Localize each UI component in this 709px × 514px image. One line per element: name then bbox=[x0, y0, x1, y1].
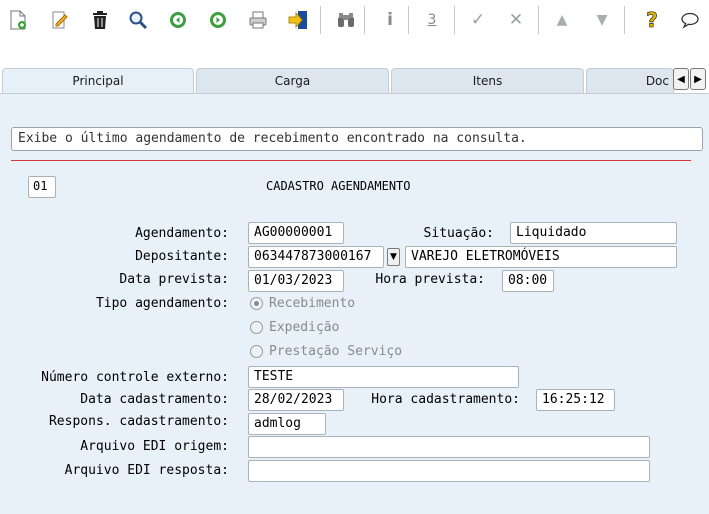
hora-cadastramento-label: Hora cadastramento: bbox=[371, 392, 520, 407]
move-down-icon[interactable]: ▼ bbox=[590, 8, 614, 32]
radio-recebimento-label: Recebimento bbox=[269, 296, 356, 311]
search-icon[interactable] bbox=[126, 8, 150, 32]
arquivo-edi-origem-field[interactable] bbox=[248, 436, 650, 458]
radio-expedicao-label: Expedição bbox=[269, 320, 340, 335]
help-icon[interactable]: ? bbox=[640, 8, 664, 33]
comment-icon[interactable] bbox=[678, 8, 702, 32]
hora-prevista-field[interactable]: 08:00 bbox=[502, 270, 554, 292]
situacao-label: Situação: bbox=[423, 226, 494, 241]
radio-button[interactable] bbox=[250, 345, 263, 358]
toolbar-separator bbox=[454, 6, 455, 34]
delete-trash-icon[interactable] bbox=[88, 8, 112, 32]
respons-cadastramento-field[interactable]: admlog bbox=[248, 413, 326, 435]
hora-cadastramento-field[interactable]: 16:25:12 bbox=[536, 389, 615, 411]
tab-scroll-left-icon[interactable]: ◀ bbox=[673, 68, 689, 90]
new-document-icon[interactable] bbox=[6, 8, 30, 32]
previous-icon[interactable] bbox=[166, 8, 190, 32]
next-icon[interactable] bbox=[206, 8, 230, 32]
numero-controle-field[interactable]: TESTE bbox=[248, 366, 519, 388]
data-prevista-label: Data prevista: bbox=[119, 272, 229, 287]
tab-strip: Principal Carga Itens Doc ◀ ▶ bbox=[0, 60, 709, 93]
radio-button[interactable] bbox=[250, 321, 263, 334]
divider-line bbox=[11, 160, 691, 161]
hora-prevista-label: Hora prevista: bbox=[375, 272, 485, 287]
status-message: Exibe o último agendamento de recebiment… bbox=[11, 127, 703, 151]
depositante-name-field[interactable]: VAREJO ELETROMÓVEIS bbox=[405, 246, 677, 268]
print-icon[interactable] bbox=[246, 8, 270, 32]
agendamento-label: Agendamento: bbox=[135, 226, 229, 241]
toolbar-separator bbox=[408, 6, 409, 34]
binoculars-icon[interactable] bbox=[334, 8, 358, 32]
tab-scroll-right-icon[interactable]: ▶ bbox=[690, 68, 706, 90]
exit-icon[interactable] bbox=[286, 8, 310, 32]
info-icon[interactable]: i bbox=[378, 8, 402, 32]
toolbar-separator bbox=[320, 6, 321, 34]
radio-expedicao[interactable]: Expedição bbox=[250, 320, 339, 335]
situacao-field[interactable]: Liquidado bbox=[510, 222, 677, 244]
radio-prestacao-servico-label: Prestação Serviço bbox=[269, 344, 403, 359]
toolbar-separator bbox=[624, 6, 625, 34]
arquivo-edi-resposta-label: Arquivo EDI resposta: bbox=[64, 463, 229, 478]
tab-carga[interactable]: Carga bbox=[196, 68, 389, 93]
depositante-label: Depositante: bbox=[135, 249, 229, 264]
confirm-check-icon[interactable]: ✓ bbox=[466, 8, 490, 32]
toolbar-separator bbox=[538, 6, 539, 34]
form-panel: Exibe o último agendamento de recebiment… bbox=[0, 93, 709, 514]
tab-doc[interactable]: Doc bbox=[586, 68, 674, 93]
depositante-dropdown-icon[interactable]: ▼ bbox=[387, 248, 400, 266]
toolbar-separator bbox=[364, 6, 365, 34]
numbering-icon[interactable]: 3 bbox=[420, 8, 444, 32]
edit-icon[interactable] bbox=[48, 8, 72, 32]
form-code: 01 bbox=[28, 176, 56, 198]
data-cadastramento-label: Data cadastramento: bbox=[80, 392, 229, 407]
respons-cadastramento-label: Respons. cadastramento: bbox=[48, 414, 229, 429]
radio-button-selected[interactable] bbox=[250, 297, 263, 310]
toolbar: i 3 ✓ ✕ ▲ ▼ ? bbox=[0, 0, 709, 40]
radio-prestacao-servico[interactable]: Prestação Serviço bbox=[250, 344, 402, 359]
numero-controle-label: Número controle externo: bbox=[41, 370, 229, 385]
agendamento-field[interactable]: AG00000001 bbox=[248, 222, 344, 244]
tab-itens[interactable]: Itens bbox=[391, 68, 584, 93]
tipo-agendamento-label: Tipo agendamento: bbox=[95, 296, 229, 311]
data-prevista-field[interactable]: 01/03/2023 bbox=[248, 270, 344, 292]
arquivo-edi-origem-label: Arquivo EDI origem: bbox=[80, 439, 229, 454]
arquivo-edi-resposta-field[interactable] bbox=[248, 460, 650, 482]
cancel-icon[interactable]: ✕ bbox=[504, 8, 528, 32]
form-title: CADASTRO AGENDAMENTO bbox=[266, 179, 411, 193]
radio-recebimento[interactable]: Recebimento bbox=[250, 296, 355, 311]
move-up-icon[interactable]: ▲ bbox=[550, 8, 574, 32]
data-cadastramento-field[interactable]: 28/02/2023 bbox=[248, 389, 344, 411]
depositante-code-field[interactable]: 063447873000167 bbox=[248, 246, 384, 268]
tab-principal[interactable]: Principal bbox=[2, 68, 194, 93]
